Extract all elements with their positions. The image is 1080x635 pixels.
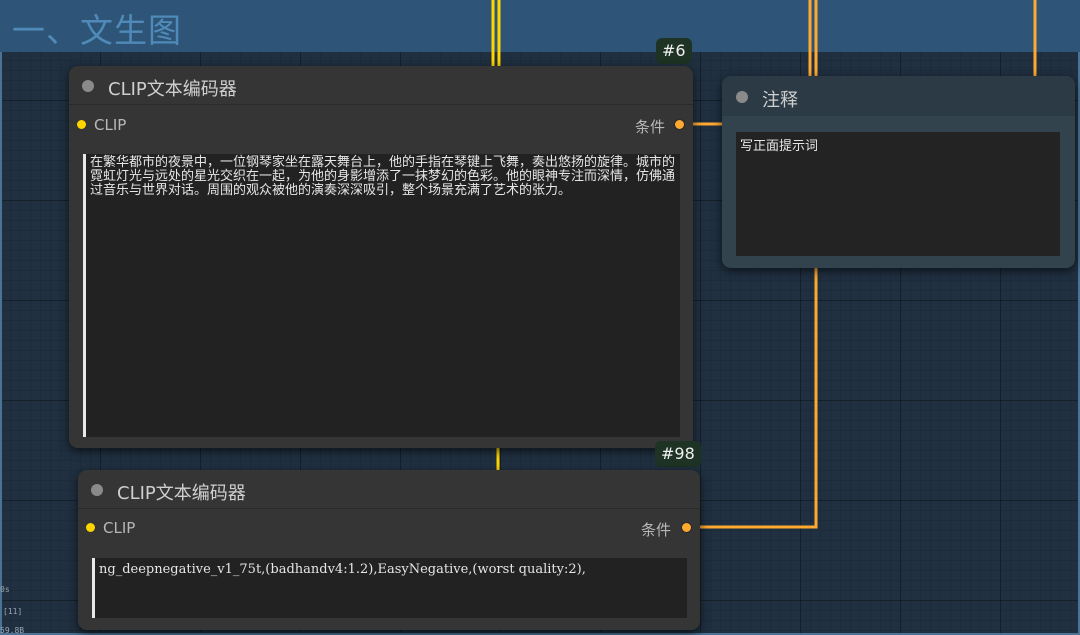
node-title-bar[interactable]: CLIP文本编码器	[78, 470, 700, 509]
clip-input-socket[interactable]	[86, 523, 95, 532]
status-text: 0s	[0, 585, 10, 594]
status-text: [11]	[3, 607, 23, 616]
node-title: CLIP文本编码器	[108, 79, 237, 100]
cond-link-wire-5	[694, 268, 818, 529]
collapse-dot-icon[interactable]	[82, 80, 94, 92]
node-id-badge: #98	[655, 441, 701, 467]
node-title: 注释	[762, 90, 798, 111]
prompt-textarea[interactable]: ng_deepnegative_v1_75t,(badhandv4:1.2),E…	[92, 558, 687, 618]
clip-text-encode-node-negative[interactable]: CLIP文本编码器 CLIP 条件 ng_deepnegative_v1_75t…	[78, 470, 700, 630]
collapse-dot-icon[interactable]	[91, 484, 103, 496]
node-title-bar[interactable]: 注释	[722, 76, 1075, 116]
node-title-bar[interactable]: CLIP文本编码器	[69, 66, 693, 105]
clip-text-encode-node-positive[interactable]: CLIP文本编码器 CLIP 条件 在繁华都市的夜景中，一位钢琴家坐在露天舞台上…	[69, 66, 693, 448]
collapse-dot-icon[interactable]	[736, 91, 748, 103]
note-node[interactable]: 注释 写正面提示词	[722, 76, 1075, 268]
conditioning-output-socket[interactable]	[681, 522, 692, 533]
conditioning-output-socket[interactable]	[674, 119, 685, 130]
prompt-textarea[interactable]: 在繁华都市的夜景中，一位钢琴家坐在露天舞台上，他的手指在琴键上飞舞，奏出悠扬的旋…	[83, 154, 680, 437]
clip-input-label: CLIP	[94, 116, 127, 134]
clip-input-socket[interactable]	[77, 120, 86, 129]
status-text: 59.8B	[0, 626, 25, 635]
clip-input-label: CLIP	[103, 519, 136, 537]
note-textarea[interactable]: 写正面提示词	[736, 132, 1060, 256]
conditioning-output-label: 条件	[635, 118, 666, 136]
conditioning-output-label: 条件	[641, 521, 672, 539]
node-id-badge: #6	[656, 38, 692, 64]
node-title: CLIP文本编码器	[117, 483, 246, 504]
